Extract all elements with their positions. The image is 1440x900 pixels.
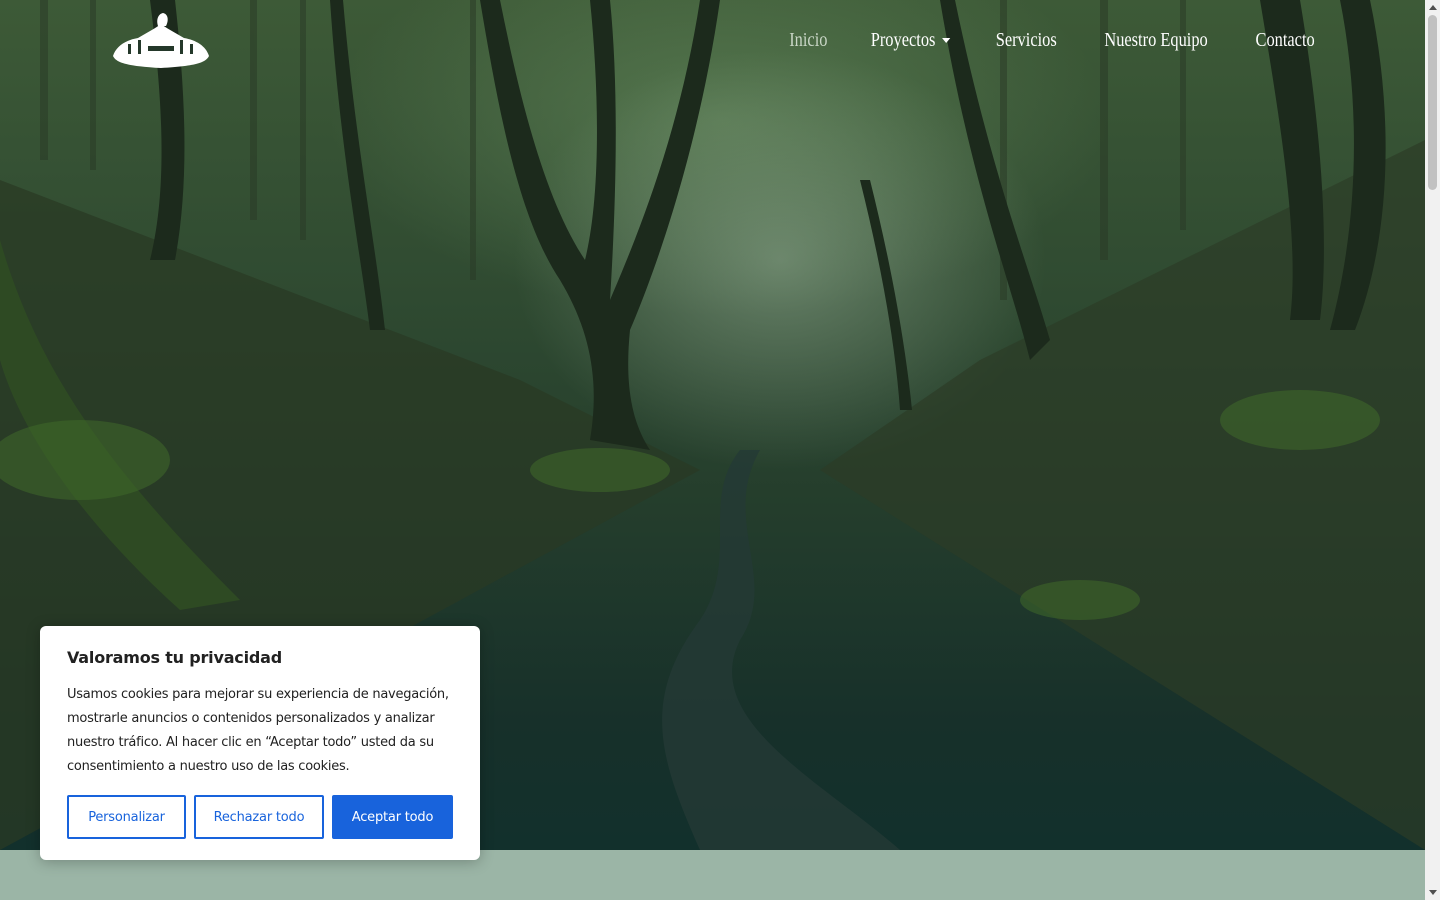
scrollbar-thumb[interactable] xyxy=(1428,15,1437,190)
cookie-banner-text: Usamos cookies para mejorar su experienc… xyxy=(67,687,449,774)
nav-item-label: Nuestro Equipo xyxy=(1104,28,1208,51)
main-nav: Inicio Proyectos Servicios Nuestro Equip… xyxy=(770,24,1336,56)
nav-item-nuestro-equipo[interactable]: Nuestro Equipo xyxy=(1092,29,1220,52)
nav-item-label: Contacto xyxy=(1255,28,1315,51)
nav-item-label: Servicios xyxy=(995,28,1057,51)
reject-all-button[interactable]: Rechazar todo xyxy=(194,795,324,839)
nav-item-inicio[interactable]: Inicio xyxy=(777,29,840,52)
customize-button[interactable]: Personalizar xyxy=(67,795,186,839)
basajaun-logo-icon xyxy=(113,13,209,68)
site-logo[interactable] xyxy=(108,10,214,72)
chevron-down-icon xyxy=(941,37,950,43)
scroll-up-arrow-icon[interactable] xyxy=(1429,5,1437,10)
nav-item-label: Inicio xyxy=(789,28,828,51)
accept-all-button[interactable]: Aceptar todo xyxy=(332,795,453,839)
page-scrollbar[interactable] xyxy=(1425,0,1440,900)
cookie-banner-title: Valoramos tu privacidad xyxy=(67,648,282,667)
nav-item-servicios[interactable]: Servicios xyxy=(983,29,1069,52)
cookie-consent-banner: Valoramos tu privacidad Usamos cookies p… xyxy=(40,626,480,860)
scroll-down-arrow-icon[interactable] xyxy=(1429,890,1437,895)
nav-item-proyectos[interactable]: Proyectos xyxy=(858,29,962,52)
nav-item-label: Proyectos xyxy=(870,28,936,51)
nav-item-contacto[interactable]: Contacto xyxy=(1243,29,1327,52)
cookie-button-group: Personalizar Rechazar todo Aceptar todo xyxy=(67,795,453,839)
